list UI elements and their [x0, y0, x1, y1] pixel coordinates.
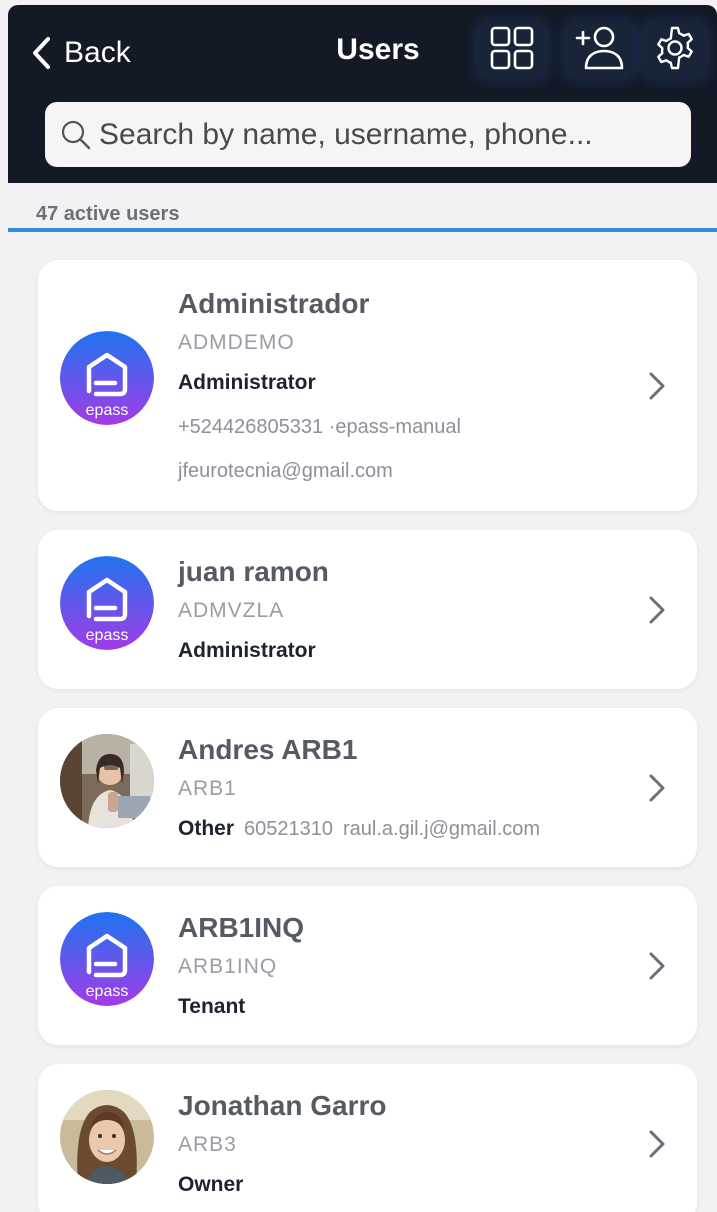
add-user-icon: [574, 24, 626, 77]
user-username: ADMVZLA: [178, 599, 285, 622]
user-name: Jonathan Garro: [178, 1090, 387, 1121]
user-card[interactable]: epass ARB1INQ ARB1INQ Tenant: [38, 886, 697, 1045]
search-bar[interactable]: [45, 102, 691, 167]
user-username: ADMDEMO: [178, 331, 295, 354]
user-role: Administrator: [178, 639, 316, 662]
chevron-right-icon: [649, 596, 665, 624]
search-input[interactable]: [99, 117, 679, 152]
user-info: Jonathan Garro ARB3 Owner: [178, 1090, 637, 1198]
user-list: epass Administrador ADMDEMO Administrato…: [38, 260, 697, 1212]
user-role: Owner: [178, 1173, 244, 1196]
epass-logo-icon: epass: [60, 912, 154, 1006]
user-name: juan ramon: [178, 556, 329, 587]
top-bar: Back Users: [8, 5, 717, 183]
user-photo: [60, 734, 154, 828]
svg-text:epass: epass: [86, 983, 129, 1000]
user-phone: +524426805331 ·epass-manual: [178, 416, 461, 438]
user-role: Tenant: [178, 995, 246, 1018]
avatar: epass: [60, 912, 154, 1006]
user-card[interactable]: epass Administrador ADMDEMO Administrato…: [38, 260, 697, 511]
divider: [8, 228, 717, 232]
epass-logo-icon: epass: [60, 331, 154, 425]
chevron-right-icon: [649, 774, 665, 802]
gear-icon: [652, 25, 698, 76]
user-role: Other: [178, 817, 235, 840]
page-title: Users: [336, 33, 420, 66]
chevron-right-icon: [649, 372, 665, 400]
user-phone: 60521310: [244, 818, 333, 840]
user-info: ARB1INQ ARB1INQ Tenant: [178, 912, 637, 1020]
chevron-left-icon: [30, 36, 56, 70]
user-name: ARB1INQ: [178, 912, 305, 943]
user-email: raul.a.gil.j@gmail.com: [343, 818, 541, 840]
user-details: Other 60521310 raul.a.gil.j@gmail.com: [178, 816, 637, 844]
back-label: Back: [64, 36, 131, 69]
avatar: [60, 1090, 154, 1184]
grid-view-button[interactable]: [476, 21, 548, 79]
user-card[interactable]: Andres ARB1 ARB1 Other 60521310 raul.a.gil…: [38, 708, 697, 867]
user-info: juan ramon ADMVZLA Administrator: [178, 556, 637, 664]
user-email: jfeurotecnia@gmail.com: [178, 460, 393, 482]
settings-button[interactable]: [642, 21, 708, 79]
chevron-right-icon: [649, 952, 665, 980]
users-screen: Back Users Search by name, username, pho…: [0, 0, 717, 1212]
user-info: Administrador ADMDEMO Administrator +524…: [178, 288, 637, 484]
active-users-count: 47 active users: [36, 203, 180, 225]
epass-logo-icon: epass: [60, 556, 154, 650]
user-username: ARB1: [178, 777, 237, 800]
user-card[interactable]: Jonathan Garro ARB3 Owner: [38, 1064, 697, 1212]
avatar: epass: [60, 556, 154, 650]
user-info: Andres ARB1 ARB1 Other 60521310 raul.a.gil…: [178, 734, 637, 844]
avatar: epass: [60, 331, 154, 425]
chevron-right-icon: [649, 1130, 665, 1158]
add-user-button[interactable]: [564, 21, 636, 79]
back-button[interactable]: Back: [30, 31, 131, 75]
avatar: [60, 734, 154, 828]
svg-text:epass: epass: [86, 627, 129, 644]
user-username: ARB1INQ: [178, 955, 278, 978]
svg-text:epass: epass: [86, 402, 129, 419]
search-icon: [59, 118, 93, 152]
user-username: ARB3: [178, 1133, 237, 1156]
user-photo: [60, 1090, 154, 1184]
user-name: Andres ARB1: [178, 734, 358, 765]
user-card[interactable]: epass juan ramon ADMVZLA Administrator: [38, 530, 697, 689]
grid-view-icon: [488, 24, 536, 77]
user-role: Administrator: [178, 371, 316, 394]
user-name: Administrador: [178, 288, 370, 319]
